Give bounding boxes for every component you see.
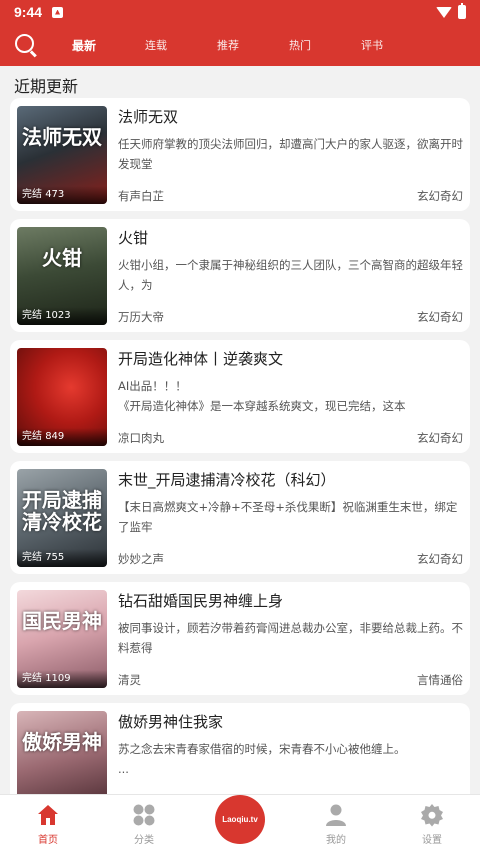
nav-category-label: 分类 [134, 835, 154, 846]
book-meta: 清灵 言情通俗 [118, 672, 463, 688]
book-meta: 有声白芷 玄幻奇幻 [118, 188, 463, 204]
status-badge: 完结 1109 [17, 670, 107, 688]
cover-label: 傲娇男神 [22, 730, 102, 754]
status-bar: 9:44 [0, 0, 480, 24]
status-time: 9:44 [14, 4, 43, 20]
status-badge: 完结 473 [17, 186, 107, 204]
book-info: 开局造化神体丨逆袭爽文 AI出品！！！ 《开局造化神体》是一本穿越系统爽文，现已完… [107, 348, 463, 446]
tab-serial[interactable]: 连载 [120, 37, 192, 54]
cover-label: 国民男神 [22, 609, 102, 633]
app-logo: Laoqiu.tv [215, 795, 265, 844]
book-title: 钻石甜婚国民男神缠上身 [118, 592, 284, 610]
cover-label: 法师无双 [22, 125, 102, 149]
nav-mine-label: 我的 [326, 835, 346, 846]
wifi-icon [436, 6, 452, 18]
search-icon[interactable] [14, 33, 38, 58]
book-title: 傲娇男神住我家 [118, 713, 224, 731]
book-cover: 法师无双完结 473 [17, 106, 107, 204]
battery-icon [458, 3, 466, 19]
book-narrator: 清灵 [118, 673, 141, 687]
book-title: 火钳 [118, 229, 149, 247]
book-title: 末世_开局逮捕清冷校花（科幻） [118, 471, 336, 489]
tab-latest[interactable]: 最新 [48, 37, 120, 54]
home-icon [38, 805, 58, 825]
book-genre: 言情通俗 [417, 673, 463, 687]
book-narrator: 凉口肉丸 [118, 431, 164, 445]
notification-icon [52, 6, 64, 18]
book-info: 法师无双任天师府掌教的顶尖法师回归，却遭高门大户的家人驱逐，欲离开时发现堂有声白… [107, 106, 463, 204]
book-cover: 火钳完结 1023 [17, 227, 107, 325]
status-badge: 完结 755 [17, 549, 107, 567]
book-narrator: 万历大帝 [118, 310, 164, 324]
book-card[interactable]: 国民男神 完结 1109 钻石甜婚国民男神缠上身 被同事设计，顾若汐带着药膏闯进总裁办… [10, 582, 470, 695]
book-card[interactable]: 火钳 完结 1023 火钳 火钳小组，一个隶属于神秘组织的三人团队，三个高智商的超级年… [10, 219, 470, 332]
tab-recommend[interactable]: 推荐 [192, 37, 264, 54]
nav-home-label: 首页 [38, 835, 58, 846]
status-badge: 完结 1023 [17, 307, 107, 325]
section-title: 近期更新 [14, 77, 79, 96]
book-genre: 玄幻奇幻 [417, 552, 463, 566]
book-cover: 国民男神完结 1109 [17, 590, 107, 688]
cover-label: 火钳 [42, 246, 82, 270]
book-card[interactable]: 法师无双 完结 473 法师无双 任天师府掌教的顶尖法师回归，却遭高门大户的家人驱逐，… [10, 98, 470, 211]
book-meta: 万历大帝 玄幻奇幻 [118, 309, 463, 325]
bottom-nav: 首页 分类 Laoqiu.tv 我的 设置 [0, 794, 480, 854]
nav-category[interactable]: 分类 [96, 795, 192, 854]
book-card[interactable]: 开局逮捕清冷校花完结 755 末世_开局逮捕清冷校花（科幻） 【末日高燃爽文+冷静+… [10, 461, 470, 574]
user-icon [326, 804, 346, 826]
cover-label: 开局逮捕清冷校花 [22, 488, 102, 534]
book-title: 法师无双 [118, 108, 179, 126]
book-description: 任天师府掌教的顶尖法师回归，却遭高门大户的家人驱逐，欲离开时发现堂 [118, 137, 463, 171]
book-genre: 玄幻奇幻 [417, 189, 463, 203]
category-tabs: 最新 连载 推荐 热门 评书 [48, 37, 408, 54]
book-meta: 凉口肉丸 玄幻奇幻 [118, 430, 463, 446]
book-list: 法师无双 完结 473 法师无双 任天师府掌教的顶尖法师回归，却遭高门大户的家人驱逐，… [0, 98, 480, 816]
tab-hot[interactable]: 热门 [264, 37, 336, 54]
nav-mine[interactable]: 我的 [288, 795, 384, 854]
book-description: 被同事设计，顾若汐带着药膏闯进总裁办公室，非要给总裁上药。不料惹得 [118, 621, 463, 655]
book-narrator: 有声白芷 [118, 189, 164, 203]
book-cover: 完结 849 [17, 348, 107, 446]
nav-settings-label: 设置 [422, 835, 442, 846]
book-genre: 玄幻奇幻 [417, 310, 463, 324]
book-genre: 玄幻奇幻 [417, 431, 463, 445]
book-cover: 开局逮捕清冷校花完结 755 [17, 469, 107, 567]
gear-icon [421, 804, 443, 827]
book-description: 火钳小组，一个隶属于神秘组织的三人团队，三个高智商的超级年轻人，为 [118, 258, 463, 292]
tab-storytelling[interactable]: 评书 [336, 37, 408, 54]
nav-center-logo[interactable]: Laoqiu.tv [192, 795, 288, 854]
status-icons [436, 3, 466, 19]
nav-settings[interactable]: 设置 [384, 795, 480, 854]
book-description: 【末日高燃爽文+冷静+不圣母+杀伐果断】祝临渊重生末世，绑定了监牢 [118, 500, 458, 534]
book-title: 开局造化神体丨逆袭爽文 [118, 350, 284, 368]
grid-icon [133, 804, 155, 826]
top-nav: 最新 连载 推荐 热门 评书 [0, 24, 480, 66]
book-info: 火钳火钳小组，一个隶属于神秘组织的三人团队，三个高智商的超级年轻人，为万历大帝 玄… [107, 227, 463, 325]
book-card[interactable]: 完结 849 开局造化神体丨逆袭爽文 AI出品！！！ 《开局造化神体》是一本穿越系统… [10, 340, 470, 453]
book-info: 钻石甜婚国民男神缠上身被同事设计，顾若汐带着药膏闯进总裁办公室，非要给总裁上药。… [107, 590, 463, 688]
book-narrator: 妙妙之声 [118, 552, 164, 566]
book-description: AI出品！！！ 《开局造化神体》是一本穿越系统爽文，现已完结，这本 [118, 379, 406, 413]
status-badge: 完结 849 [17, 428, 107, 446]
nav-home[interactable]: 首页 [0, 795, 96, 854]
book-description: 苏之念去宋青春家借宿的时候，宋青春不小心被他缠上。 ... [118, 742, 406, 776]
book-info: 末世_开局逮捕清冷校花（科幻） 【末日高燃爽文+冷静+不圣母+杀伐果断】祝临渊重生… [107, 469, 463, 567]
book-meta: 妙妙之声 玄幻奇幻 [118, 551, 463, 567]
